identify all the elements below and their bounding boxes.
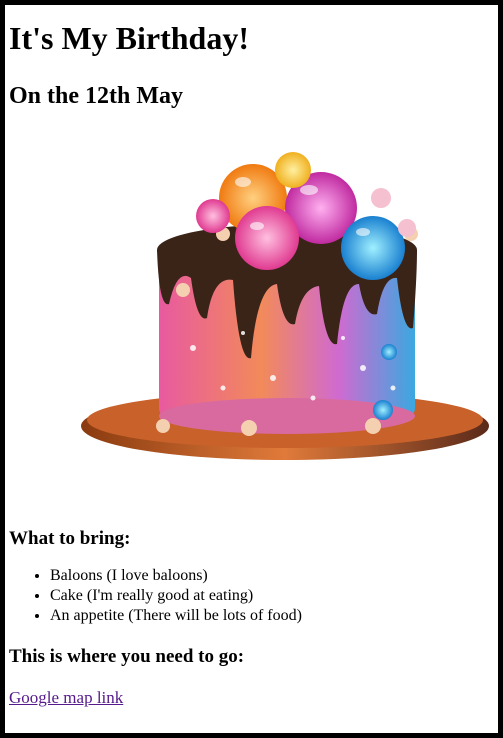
list-item: An appetite (There will be lots of food) xyxy=(50,606,498,626)
cake-illustration xyxy=(81,152,489,460)
where-to-go-heading: This is where you need to go: xyxy=(9,646,245,667)
page-title: It's My Birthday! xyxy=(9,20,249,56)
google-map-link[interactable]: Google map link xyxy=(9,688,123,708)
event-date: On the 12th May xyxy=(9,83,183,109)
list-item: Baloons (I love baloons) xyxy=(50,566,498,586)
bring-list: Baloons (I love baloons) Cake (I'm reall… xyxy=(9,566,498,626)
what-to-bring-heading: What to bring: xyxy=(9,528,131,549)
list-item: Cake (I'm really good at eating) xyxy=(50,586,498,606)
page-content: It's My Birthday! On the 12th May What t… xyxy=(5,18,498,708)
birthday-cake-image xyxy=(73,118,493,518)
